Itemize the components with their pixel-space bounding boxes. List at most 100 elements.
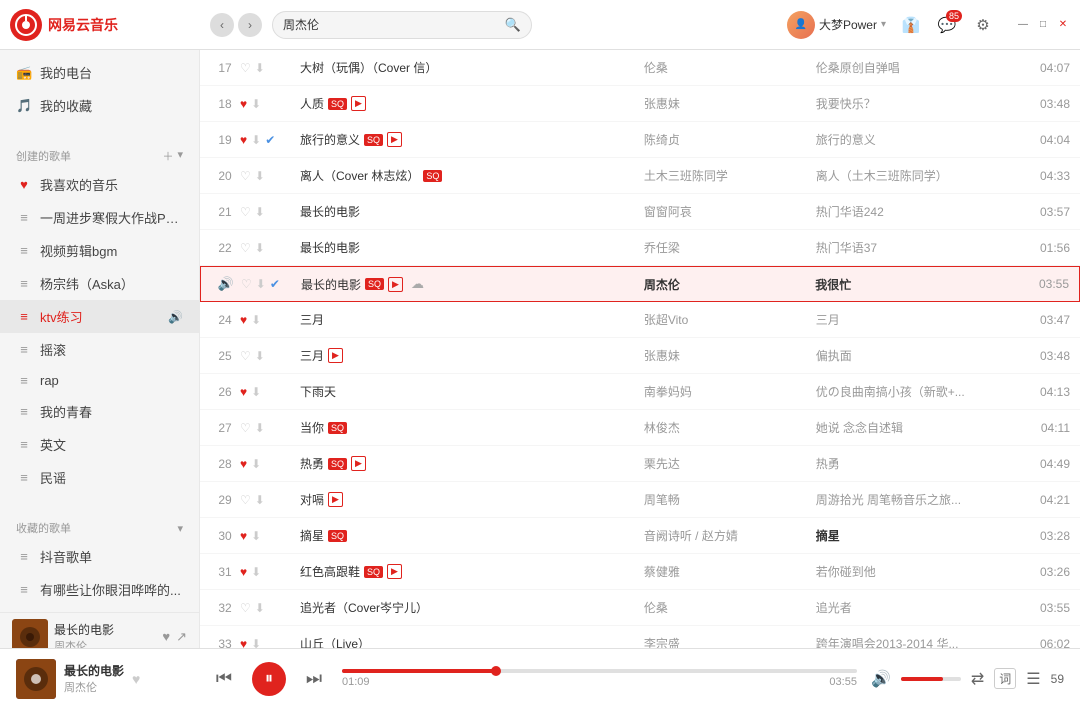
table-row[interactable]: 17 ♡ ⬇ 大树（玩偶）（Cover 信）伦桑伦桑原创自弹唱04:07 xyxy=(200,50,1080,86)
user-info[interactable]: 👤 大梦Power ▾ xyxy=(787,11,886,39)
prev-button[interactable]: ⏮ xyxy=(210,665,238,693)
download-button[interactable]: ⬇ xyxy=(255,421,265,435)
sidebar-item-playlist9[interactable]: ≡ 民谣 xyxy=(0,461,199,494)
player-favorite-button[interactable]: ♥ xyxy=(132,671,140,687)
table-row[interactable]: 32 ♡ ⬇ 追光者（Cover岑宁儿）伦桑追光者03:55 xyxy=(200,590,1080,626)
like-button[interactable]: ♥ xyxy=(240,565,247,579)
like-button[interactable]: ♡ xyxy=(240,601,251,615)
settings-icon-btn[interactable]: ⚙ xyxy=(972,14,994,36)
download-button[interactable]: ⬇ xyxy=(255,205,265,219)
song-number: 24 xyxy=(210,313,240,327)
download-button[interactable]: ⬇ xyxy=(255,169,265,183)
collapse-icon[interactable]: ▾ xyxy=(177,148,183,164)
like-button[interactable]: ♡ xyxy=(240,169,251,183)
table-row[interactable]: 20 ♡ ⬇ 离人（Cover 林志炫）SQ土木三班陈同学离人（土木三班陈同学）… xyxy=(200,158,1080,194)
search-icon[interactable]: 🔍 xyxy=(505,17,521,33)
table-row[interactable]: 19 ♥ ⬇ ✔ 旅行的意义SQ▶陈绮贞旅行的意义04:04 xyxy=(200,122,1080,158)
sidebar-item-playlist6[interactable]: ≡ rap xyxy=(0,366,199,395)
like-button[interactable]: ♡ xyxy=(240,241,251,255)
download-button[interactable]: ⬇ xyxy=(251,133,261,147)
search-box[interactable]: 🔍 xyxy=(272,11,532,39)
sidebar-item-playlist5[interactable]: ≡ 摇滚 xyxy=(0,333,199,366)
nav-forward-button[interactable]: › xyxy=(238,13,262,37)
add-playlist-icon[interactable]: ＋ xyxy=(162,148,173,164)
table-row[interactable]: 22 ♡ ⬇ 最长的电影乔任梁热门华语3701:56 xyxy=(200,230,1080,266)
like-button[interactable]: ♥ xyxy=(240,97,247,111)
cloud-icon: ☁ xyxy=(411,276,424,292)
like-button[interactable]: ♥ xyxy=(240,637,247,649)
download-button[interactable]: ⬇ xyxy=(251,97,261,111)
download-button[interactable]: ⬇ xyxy=(256,277,266,291)
sidebar-item-playlist3[interactable]: ≡ 杨宗纬（Aska） xyxy=(0,267,199,300)
sidebar-item-playlist4[interactable]: ≡ ktv练习 🔊 xyxy=(0,300,199,333)
like-button[interactable]: ♡ xyxy=(240,205,251,219)
table-row[interactable]: 24 ♥ ⬇ 三月张超Vito三月03:47 xyxy=(200,302,1080,338)
download-button[interactable]: ⬇ xyxy=(251,385,261,399)
table-row[interactable]: 27 ♡ ⬇ 当你SQ林俊杰她说 念念自述辑04:11 xyxy=(200,410,1080,446)
table-row[interactable]: 🔊 ♡ ⬇ ✔ 最长的电影SQ▶☁周杰伦我很忙03:55 xyxy=(200,266,1080,302)
table-row[interactable]: 18 ♥ ⬇ 人质SQ▶张惠妹我要快乐？03:48 xyxy=(200,86,1080,122)
like-button[interactable]: ♡ xyxy=(240,493,251,507)
volume-bar[interactable] xyxy=(901,677,961,681)
like-button[interactable]: ♡ xyxy=(240,349,251,363)
minimize-button[interactable]: — xyxy=(1016,18,1030,32)
table-row[interactable]: 29 ♡ ⬇ 对嗝▶周笔畅周游拾光 周笔畅音乐之旅...04:21 xyxy=(200,482,1080,518)
user-dropdown-icon[interactable]: ▾ xyxy=(881,19,886,30)
lyrics-button[interactable]: 词 xyxy=(994,668,1016,689)
song-actions: ♥ ⬇ xyxy=(240,457,300,471)
like-button[interactable]: ♡ xyxy=(240,421,251,435)
table-row[interactable]: 21 ♡ ⬇ 最长的电影窗窗阿哀热门华语24203:57 xyxy=(200,194,1080,230)
wardrobe-icon-btn[interactable]: 👔 xyxy=(900,14,922,36)
download-button[interactable]: ⬇ xyxy=(255,241,265,255)
table-row[interactable]: 31 ♥ ⬇ 红色高跟鞋SQ▶蔡健雅若你碰到他03:26 xyxy=(200,554,1080,590)
download-button[interactable]: ⬇ xyxy=(255,61,265,75)
sidebar-np-heart-button[interactable]: ♥ xyxy=(162,629,170,645)
table-row[interactable]: 33 ♥ ⬇ 山丘（Live）李宗盛跨年演唱会2013-2014 华...06:… xyxy=(200,626,1080,648)
table-row[interactable]: 25 ♡ ⬇ 三月▶张惠妹偏执面03:48 xyxy=(200,338,1080,374)
sidebar-item-playlist8[interactable]: ≡ 英文 xyxy=(0,428,199,461)
sidebar-album-thumb[interactable] xyxy=(12,619,48,648)
sidebar-item-collect2[interactable]: ≡ 有哪些让你眼泪哗哗的... xyxy=(0,573,199,606)
sidebar-item-collect[interactable]: 🎵 我的收藏 xyxy=(0,89,199,122)
song-album: 离人（土木三班陈同学） xyxy=(816,167,1022,184)
like-button[interactable]: ♥ xyxy=(240,313,247,327)
download-button[interactable]: ⬇ xyxy=(251,313,261,327)
like-button[interactable]: ♥ xyxy=(240,133,247,147)
download-button[interactable]: ⬇ xyxy=(251,565,261,579)
next-button[interactable]: ⏭ xyxy=(300,665,328,693)
download-button[interactable]: ⬇ xyxy=(255,601,265,615)
collapse-collected-icon[interactable]: ▾ xyxy=(177,522,183,535)
table-row[interactable]: 26 ♥ ⬇ 下雨天南拳妈妈优の良曲南搞小孩（新歌+...04:13 xyxy=(200,374,1080,410)
like-button[interactable]: ♥ xyxy=(240,457,247,471)
sidebar-np-share-button[interactable]: ↗ xyxy=(176,629,187,645)
close-button[interactable]: ✕ xyxy=(1056,18,1070,32)
notification-icon-btn[interactable]: 💬 85 xyxy=(936,14,958,36)
sidebar-item-collect1[interactable]: ≡ 抖音歌单 xyxy=(0,540,199,573)
nav-back-button[interactable]: ‹ xyxy=(210,13,234,37)
maximize-button[interactable]: □ xyxy=(1036,18,1050,32)
search-input[interactable] xyxy=(283,18,505,32)
table-row[interactable]: 28 ♥ ⬇ 热勇SQ▶栗先达热勇04:49 xyxy=(200,446,1080,482)
like-button[interactable]: ♡ xyxy=(240,61,251,75)
volume-icon[interactable]: 🔊 xyxy=(871,669,891,689)
download-button[interactable]: ⬇ xyxy=(251,637,261,649)
sidebar-item-playlist7[interactable]: ≡ 我的青春 xyxy=(0,395,199,428)
like-button[interactable]: ♥ xyxy=(240,385,247,399)
download-button[interactable]: ⬇ xyxy=(251,457,261,471)
progress-bar[interactable] xyxy=(342,669,857,673)
sidebar-item-playlist1[interactable]: ≡ 一周进步寒假大作战PPT... xyxy=(0,201,199,234)
download-button[interactable]: ⬇ xyxy=(255,349,265,363)
like-button[interactable]: ♥ xyxy=(240,529,247,543)
playlist-button[interactable]: ☰ xyxy=(1026,669,1040,689)
song-name-text: 对嗝 xyxy=(300,491,324,508)
download-button[interactable]: ⬇ xyxy=(255,493,265,507)
like-button[interactable]: ♡ xyxy=(241,277,252,291)
sidebar-item-playlist2[interactable]: ≡ 视频剪辑bgm xyxy=(0,234,199,267)
play-pause-button[interactable]: ⏸ xyxy=(252,662,286,696)
sidebar-item-radio[interactable]: 📻 我的电台 xyxy=(0,56,199,89)
sidebar-item-liked[interactable]: ♥ 我喜欢的音乐 xyxy=(0,168,199,201)
shuffle-button[interactable]: ⇄ xyxy=(971,669,984,689)
table-row[interactable]: 30 ♥ ⬇ 摘星SQ音阙诗听 / 赵方婧摘星03:28 xyxy=(200,518,1080,554)
download-button[interactable]: ⬇ xyxy=(251,529,261,543)
album-cover[interactable] xyxy=(16,659,56,699)
